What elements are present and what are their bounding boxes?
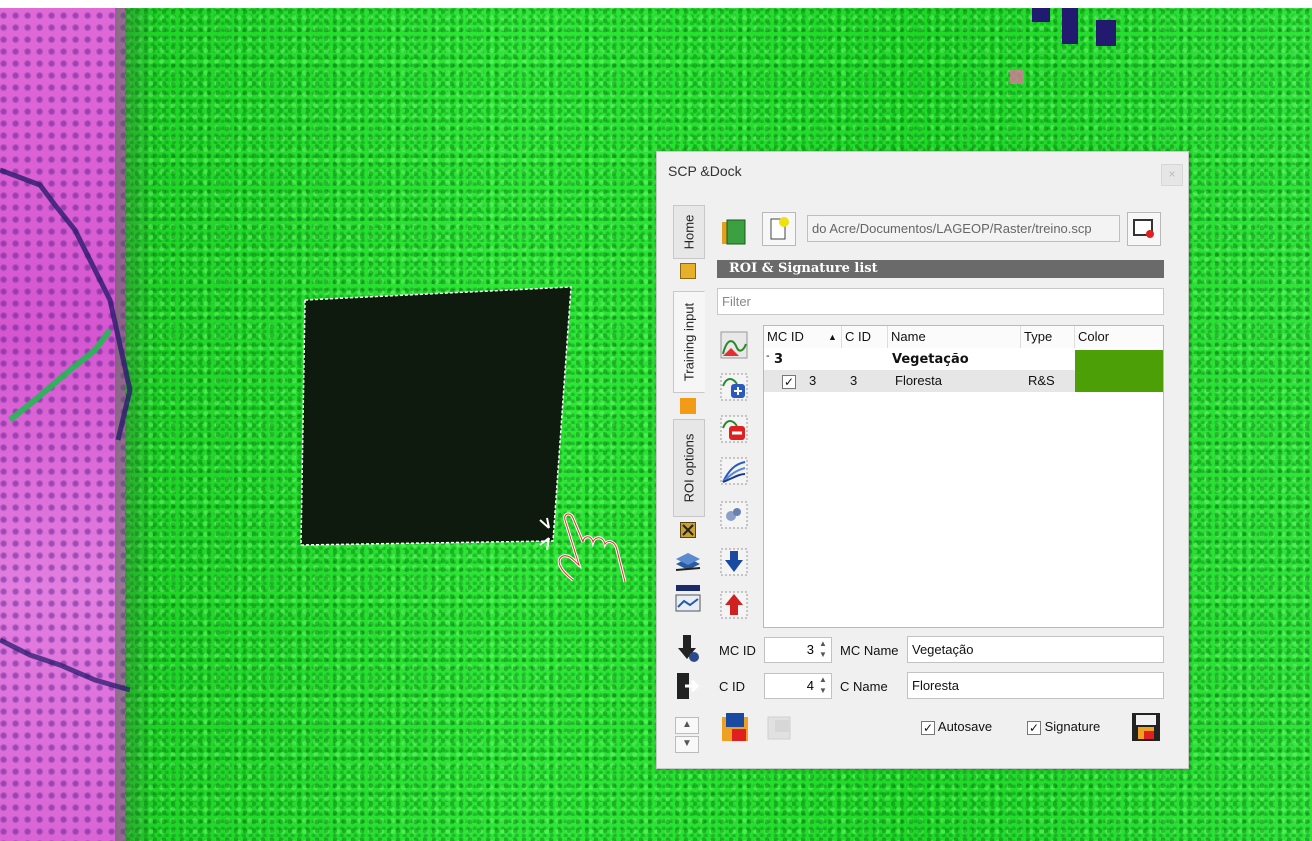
save-roi-button[interactable] (719, 710, 753, 744)
col-name[interactable]: Name (888, 326, 1021, 348)
training-file-path[interactable]: do Acre/Documentos/LAGEOP/Raster/treino.… (807, 215, 1120, 242)
training-input-icon (680, 398, 696, 414)
save-signature-button[interactable] (1129, 710, 1163, 744)
mc-id-label: MC ID (719, 643, 756, 658)
tools-icon[interactable] (680, 522, 696, 538)
row-type: R&S (1028, 373, 1055, 388)
c-id-label: C ID (719, 679, 745, 694)
scroll-up-button[interactable]: ▲ (675, 717, 699, 734)
tab-home-label: Home (681, 214, 697, 250)
autosave-label: Autosave (937, 719, 993, 734)
spectral-plot-icon[interactable] (673, 583, 703, 613)
col-type[interactable]: Type (1021, 326, 1075, 348)
tab-training-input[interactable]: Training input (673, 291, 705, 393)
signature-checkbox[interactable]: ✓ Signature (1027, 719, 1100, 735)
mc-id-spinbox[interactable]: 3 ▲ ▼ (764, 637, 832, 663)
row-checkbox[interactable]: ✓ (782, 371, 796, 391)
collapse-icon[interactable]: - (766, 346, 770, 366)
import-signature-icon[interactable] (717, 545, 751, 579)
col-mc-id-label: MC ID (767, 329, 804, 344)
spin-arrows-icon[interactable]: ▲ ▼ (816, 638, 830, 662)
spin-arrows-icon[interactable]: ▲ ▼ (816, 674, 830, 698)
c-id-spinbox[interactable]: 4 ▲ ▼ (764, 673, 832, 699)
c-name-field[interactable]: Floresta (907, 672, 1164, 699)
scp-dock-panel: SCP &Dock × Home Training input ROI opti… (656, 151, 1189, 769)
dock-tabs: Home Training input ROI options ▲ ▼ (673, 205, 705, 757)
close-icon[interactable]: × (1161, 164, 1183, 186)
open-training-input-button[interactable] (717, 215, 751, 249)
mc-id-value: 3 (806, 642, 814, 657)
scroll-down-button[interactable]: ▼ (675, 736, 699, 753)
signature-label: Signature (1044, 719, 1101, 734)
group-name: Vegetação (892, 352, 969, 367)
exit-icon[interactable] (673, 671, 703, 701)
undo-roi-button[interactable] (763, 710, 797, 744)
tab-home-icon (680, 263, 696, 279)
tab-roi-options-label: ROI options (681, 433, 697, 503)
col-color[interactable]: Color (1075, 326, 1163, 348)
merge-signatures-icon[interactable] (717, 328, 751, 362)
class-color-swatch[interactable] (1075, 350, 1163, 392)
autosave-checkbox[interactable]: ✓ Autosave (921, 719, 992, 735)
group-mc-id: 3 (774, 352, 784, 367)
row-name: Floresta (895, 373, 942, 388)
top-strip (0, 0, 1312, 8)
export-signature-icon[interactable] (717, 588, 751, 622)
filter-input[interactable]: Filter (717, 288, 1164, 315)
signature-plot-icon[interactable] (717, 454, 751, 488)
mc-name-label: MC Name (840, 643, 899, 658)
tab-roi-options[interactable]: ROI options (673, 419, 705, 517)
c-id-value: 4 (806, 678, 814, 693)
col-mc-id[interactable]: MC ID ▲ (764, 326, 842, 348)
new-training-input-button[interactable] (762, 212, 796, 246)
tab-training-input-label: Training input (681, 302, 697, 382)
sort-ascending-icon: ▲ (828, 332, 837, 342)
layers-icon[interactable] (673, 546, 703, 576)
download-icon[interactable] (673, 633, 703, 663)
remove-training-input-button[interactable] (1127, 212, 1161, 246)
add-signature-icon[interactable] (717, 370, 751, 404)
table-row[interactable]: ✓ 3 3 Floresta R&S (764, 370, 1075, 392)
tab-home[interactable]: Home (673, 205, 705, 259)
c-name-label: C Name (840, 679, 888, 694)
row-c-id: 3 (850, 373, 858, 388)
row-mc-id: 3 (809, 373, 817, 388)
roi-signature-list-header: ROI & Signature list (717, 260, 1164, 278)
col-c-id[interactable]: C ID (842, 326, 888, 348)
delete-signature-icon[interactable] (717, 412, 751, 446)
roi-signature-table[interactable]: MC ID ▲ C ID Name Type Color - 3 Vegetaç… (763, 325, 1164, 628)
dock-title: SCP &Dock (668, 163, 742, 179)
autosave-check-icon: ✓ (921, 720, 935, 735)
group-row[interactable]: - 3 Vegetação (764, 350, 1075, 370)
hand-pointer-icon (539, 512, 627, 583)
signature-check-icon: ✓ (1027, 720, 1041, 735)
scatter-plot-icon[interactable] (717, 498, 751, 532)
mc-name-field[interactable]: Vegetação (907, 636, 1164, 663)
